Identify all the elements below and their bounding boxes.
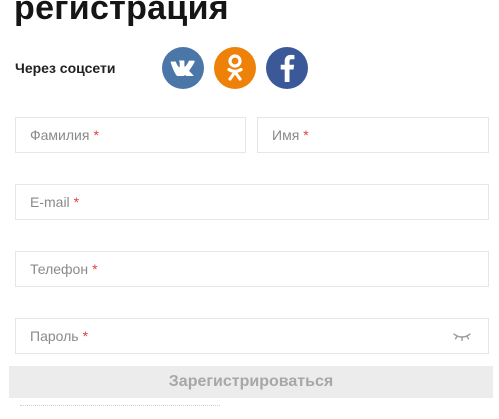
first-name-field[interactable]: Имя * — [257, 117, 489, 153]
facebook-login-button[interactable] — [266, 47, 308, 89]
password-placeholder: Пароль — [30, 328, 79, 344]
vk-icon — [170, 60, 195, 76]
required-mark: * — [82, 328, 89, 344]
footer-divider — [20, 405, 220, 410]
first-name-placeholder: Имя — [272, 127, 300, 143]
email-placeholder: E-mail — [30, 194, 70, 210]
facebook-icon — [280, 54, 295, 82]
page-title: регистрация — [14, 0, 229, 27]
required-mark: * — [73, 194, 80, 210]
social-login-label: Через соцсети — [15, 60, 116, 76]
email-field[interactable]: E-mail * — [15, 184, 489, 220]
required-mark: * — [93, 127, 99, 143]
phone-placeholder: Телефон — [30, 261, 89, 277]
password-field[interactable]: Пароль * — [15, 318, 489, 354]
odnoklassniki-icon — [227, 54, 243, 81]
register-button[interactable]: Зарегистрироваться — [9, 366, 493, 398]
eye-closed-icon[interactable] — [452, 328, 472, 344]
last-name-placeholder: Фамилия — [30, 127, 90, 143]
required-mark: * — [303, 127, 309, 143]
vk-login-button[interactable] — [162, 47, 204, 89]
last-name-field[interactable]: Фамилия * — [15, 117, 246, 153]
odnoklassniki-login-button[interactable] — [214, 47, 256, 89]
required-mark: * — [92, 261, 98, 277]
phone-field[interactable]: Телефон * — [15, 251, 489, 287]
